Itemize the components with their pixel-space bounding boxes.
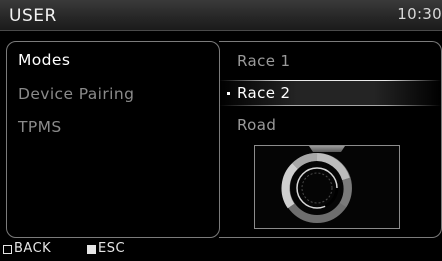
- back-label[interactable]: BACK: [14, 241, 51, 256]
- selection-bullet-icon: [227, 92, 230, 95]
- esc-label[interactable]: ESC: [98, 241, 125, 256]
- clock: 10:30: [397, 5, 442, 23]
- menu-item-tpms[interactable]: TPMS: [18, 118, 62, 136]
- mode-preview: [254, 145, 400, 229]
- submenu-item-race-2[interactable]: Race 2: [237, 84, 290, 102]
- app-title: USER: [9, 6, 57, 26]
- menu-item-device-pairing[interactable]: Device Pairing: [18, 85, 134, 103]
- header-bar: USER 10:30: [0, 0, 442, 31]
- footer-bar: BACK ESC: [0, 241, 442, 261]
- back-key-icon: [3, 245, 12, 254]
- esc-key-icon: [87, 245, 96, 254]
- gauge-icon: [281, 146, 352, 223]
- submenu-item-road[interactable]: Road: [237, 116, 276, 134]
- menu-item-modes[interactable]: Modes: [18, 51, 70, 69]
- main-menu-panel: Modes Device Pairing TPMS: [6, 41, 220, 238]
- submenu-item-race-1[interactable]: Race 1: [237, 52, 290, 70]
